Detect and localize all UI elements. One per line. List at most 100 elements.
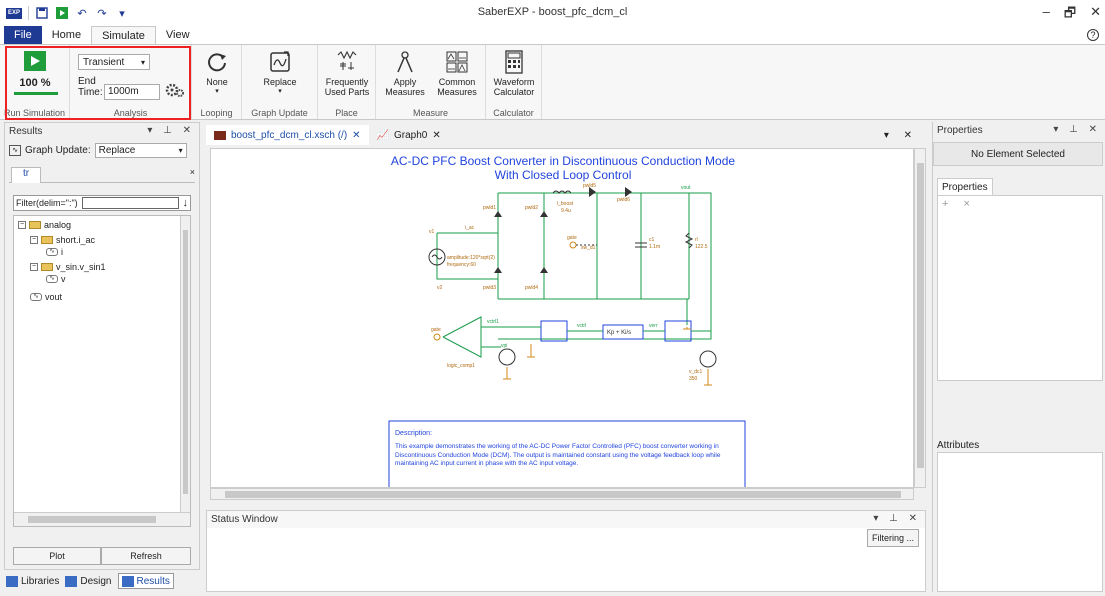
filter-down-icon[interactable]: ↓ (183, 197, 191, 209)
graph-update-select[interactable]: Replace ▾ (94, 143, 187, 158)
tab-graph0[interactable]: 📈 Graph0 ✕ (369, 125, 449, 145)
no-element-selected: No Element Selected (933, 142, 1103, 166)
save-icon[interactable] (35, 6, 49, 20)
tree-item-short-i-ac[interactable]: − short.i_ac (30, 235, 95, 245)
group-label: Looping (200, 108, 233, 118)
tree-hscroll-thumb[interactable] (28, 516, 156, 523)
group-place: Frequently Used Parts Place (318, 45, 376, 119)
collapse-icon[interactable]: − (30, 236, 38, 244)
document-area: boost_pfc_dcm_cl.xsch (/) ✕ 📈 Graph0 ✕ ▾… (206, 122, 926, 505)
tree-vscroll[interactable] (180, 216, 190, 512)
results-tree: − analog − short.i_ac ∿ i − v_sin.v_sin1… (13, 215, 191, 527)
tab-schematic[interactable]: boost_pfc_dcm_cl.xsch (/) ✕ (206, 125, 369, 145)
collapse-icon[interactable]: − (18, 221, 26, 229)
group-label: Calculator (493, 108, 534, 118)
apply-label-1: Apply (393, 77, 417, 87)
refresh-button[interactable]: Refresh (101, 547, 191, 565)
calculator-label-2: Calculator (493, 87, 535, 97)
close-icon[interactable]: ✕ (1090, 4, 1101, 26)
title-bar: EXP ↶ ↷ ▾ SaberEXP - boost_pfc_dcm_cl – … (0, 0, 1105, 26)
tab-view[interactable]: View (156, 26, 200, 44)
tree-item-v-sin[interactable]: − v_sin.v_sin1 (30, 262, 106, 272)
close-tab-icon[interactable]: ✕ (432, 130, 440, 141)
tab-design[interactable]: Design (65, 573, 112, 589)
label-pwld2: pwld2 (525, 205, 538, 211)
label-rl: rl (695, 237, 698, 243)
schematic-title-2: With Closed Loop Control (495, 168, 632, 182)
tree-item-vout[interactable]: ∿ vout (30, 292, 62, 302)
looping-none-button[interactable]: None ▾ (192, 49, 242, 97)
redo-icon[interactable]: ↷ (95, 6, 109, 20)
sine-source-vpi (498, 348, 516, 366)
close-tab-icon[interactable]: ✕ (352, 130, 360, 141)
attributes-label: Attributes (937, 440, 980, 451)
close-tab-icon[interactable]: × (190, 167, 195, 177)
label-c1: c1 (649, 237, 655, 243)
canvas-vscroll-thumb[interactable] (917, 163, 924, 468)
label-v-dc-value: 350 (689, 376, 698, 382)
calculator-icon (501, 49, 527, 75)
label-amplitude: amplitude:120*sqrt(2) (447, 255, 495, 261)
label-c-value: 1.1m (649, 244, 660, 250)
label-l-boost: l_boost (557, 201, 574, 207)
canvas-vscroll[interactable] (914, 148, 926, 488)
separator (28, 6, 29, 20)
tree-hscroll[interactable] (14, 512, 190, 526)
results-panel: Results ▾ ⊥ ✕ ∿ Graph Update: Replace ▾ … (4, 122, 200, 570)
apply-measures-button[interactable]: Apply Measures (380, 49, 430, 97)
label-gate-2: gate (431, 327, 441, 333)
schematic-canvas[interactable]: AC-DC PFC Boost Converter in Discontinuo… (210, 148, 914, 488)
tab-simulate[interactable]: Simulate (91, 26, 156, 44)
tab-properties[interactable]: Properties (937, 178, 993, 195)
replace-button[interactable]: Replace ▾ (242, 49, 318, 97)
undo-icon[interactable]: ↶ (75, 6, 89, 20)
tab-tr[interactable]: tr (11, 167, 41, 183)
panel-controls[interactable]: ▾ ⊥ ✕ (1053, 124, 1101, 135)
place-label-2: Used Parts (324, 87, 370, 97)
label-iac: i_ac (465, 225, 475, 231)
collapse-icon[interactable]: − (30, 263, 38, 271)
chevron-down-icon: ▾ (178, 146, 183, 155)
doc-menu-controls[interactable]: ▾ ✕ (884, 130, 918, 141)
panel-controls[interactable]: ▾ ⊥ ✕ (873, 513, 921, 524)
run-quick-icon[interactable] (55, 6, 69, 20)
plot-button[interactable]: Plot (13, 547, 101, 565)
waveform-calculator-button[interactable]: Waveform Calculator (486, 49, 542, 97)
tree-label: analog (44, 220, 72, 230)
tab-libraries[interactable]: Libraries (6, 573, 59, 589)
graph-icon: 📈 (376, 129, 390, 141)
label-vctrl: vctrl (577, 323, 586, 329)
add-remove-icons[interactable]: + × (942, 198, 976, 210)
minimize-icon[interactable]: – (1043, 4, 1050, 26)
customize-dropdown-icon[interactable]: ▾ (115, 6, 129, 20)
common-measures-button[interactable]: Common Measures (432, 49, 482, 97)
label-v1: v1 (429, 229, 435, 235)
description-title: Description: (395, 430, 432, 437)
waveform-icon: ∿ (30, 293, 42, 301)
tree-item-analog[interactable]: − analog (18, 220, 71, 230)
attributes-box (937, 452, 1103, 592)
label-v2: v2 (437, 285, 443, 291)
tree-item-v[interactable]: ∿ v (46, 274, 66, 284)
refresh-loop-icon (204, 49, 230, 75)
group-label: Measure (412, 108, 448, 118)
panel-controls[interactable]: ▾ ⊥ ✕ (147, 125, 195, 136)
frequently-used-parts-button[interactable]: Frequently Used Parts (318, 49, 376, 97)
filtering-button[interactable]: Filtering ... (866, 529, 919, 547)
properties-box: + × (937, 195, 1103, 381)
tab-label: Design (80, 575, 112, 587)
description-text: This example demonstrates the working of… (395, 443, 721, 467)
filter-input[interactable] (81, 197, 179, 209)
canvas-hscroll-thumb[interactable] (225, 491, 901, 498)
help-icon[interactable]: ? (1087, 29, 1099, 41)
dc-source-v-dc1 (699, 350, 717, 368)
status-window: Status Window ▾ ⊥ ✕ Filtering ... (206, 510, 926, 592)
canvas-hscroll[interactable] (210, 488, 914, 500)
folder-icon (29, 221, 41, 229)
tab-results[interactable]: Results (117, 573, 174, 589)
tree-item-i[interactable]: ∿ i (46, 247, 63, 257)
tab-home[interactable]: Home (42, 26, 91, 44)
tree-vscroll-thumb[interactable] (183, 230, 188, 494)
restore-icon[interactable]: 🗗 (1064, 4, 1076, 26)
tab-file[interactable]: File (4, 26, 42, 44)
